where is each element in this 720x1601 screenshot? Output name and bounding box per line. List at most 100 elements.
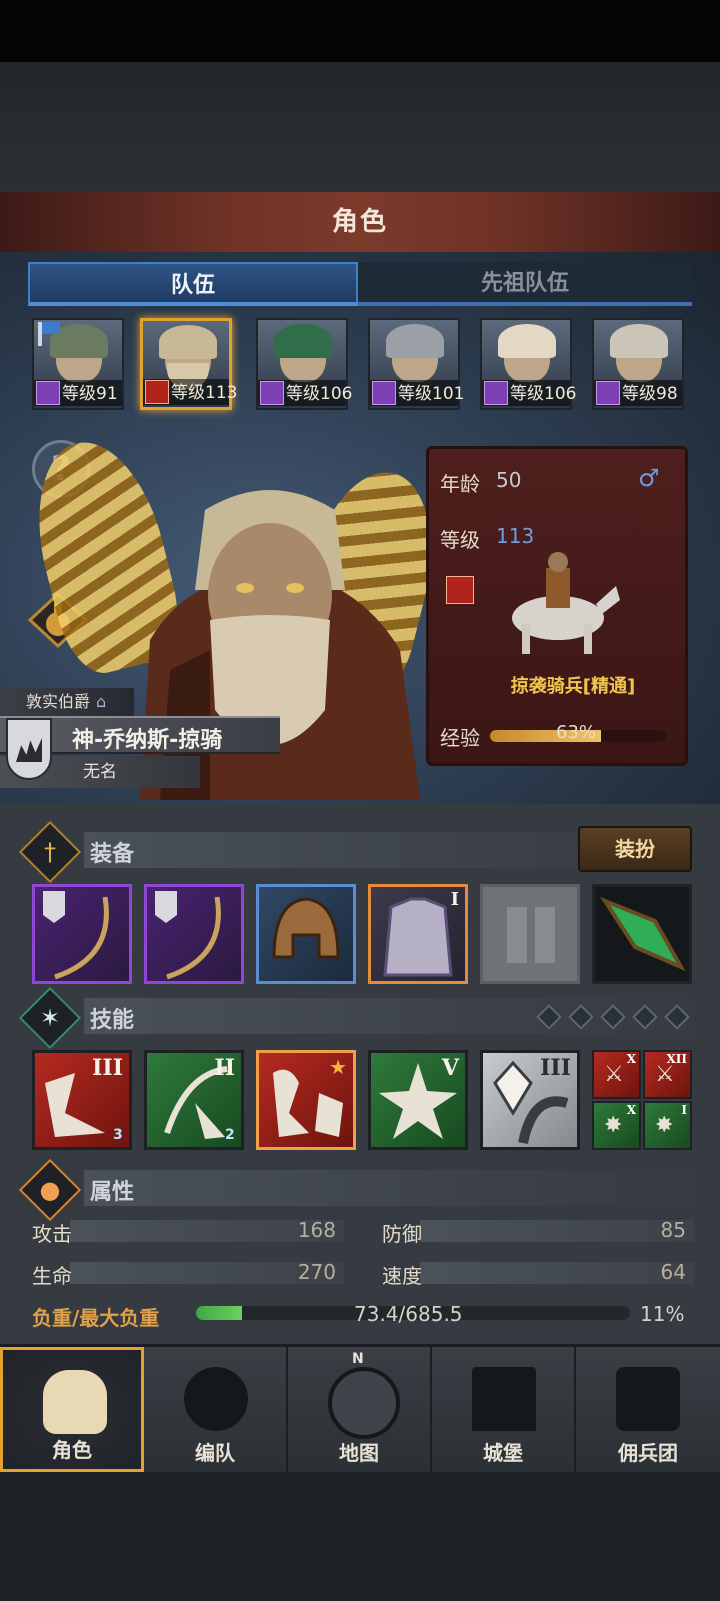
level-label: 等级91: [62, 384, 118, 404]
mini-skill-2[interactable]: ⚔ XII: [643, 1050, 692, 1099]
skill-rank: III: [92, 1055, 123, 1081]
nav-formation[interactable]: 编队: [144, 1347, 288, 1472]
hp-value: 270: [297, 1260, 336, 1284]
hp-label: 生命: [32, 1264, 72, 1288]
mercenary-banner-icon: [616, 1367, 680, 1431]
nav-map[interactable]: N 地图: [288, 1347, 432, 1472]
roster-portrait-5[interactable]: 等级106: [480, 318, 576, 410]
character-name: 神-乔纳斯-掠骑: [72, 728, 223, 753]
armor-rank: I: [450, 889, 459, 910]
speed-value: 64: [660, 1260, 686, 1284]
attack-value: 168: [297, 1218, 336, 1242]
level-label: 等级106: [286, 384, 353, 404]
nav-character[interactable]: 角色: [0, 1347, 144, 1472]
portrait-hair: [610, 324, 668, 358]
class-icon: [372, 381, 396, 405]
skill-rank: X: [626, 1103, 636, 1117]
level-title: 等级: [440, 528, 480, 552]
burst-icon: ✸: [604, 1113, 623, 1138]
age-label: 年龄: [440, 472, 480, 496]
cross-glyph: †: [44, 838, 56, 866]
load-percent: 11%: [640, 1302, 685, 1326]
skill-slot-2[interactable]: II 2: [144, 1050, 244, 1150]
flag-icon: [38, 322, 60, 346]
nav-label: 佣兵团: [618, 1441, 678, 1465]
class-icon: [145, 380, 169, 404]
house-icon: ⌂: [96, 692, 107, 711]
title-banner: 角色: [0, 192, 720, 255]
nav-label: 角色: [52, 1438, 92, 1462]
nav-label: 城堡: [483, 1441, 523, 1465]
tab-team[interactable]: 队伍: [28, 262, 358, 306]
class-icon: [596, 381, 620, 405]
skill-slot-3[interactable]: ★: [256, 1050, 356, 1150]
load-value: 73.4/685.5: [354, 1302, 463, 1326]
attack-label: 攻击: [32, 1222, 72, 1246]
rank-tag: 敦实伯爵 ⌂: [0, 688, 134, 716]
skill-rank: III: [540, 1055, 571, 1081]
portrait-hair: [159, 325, 217, 359]
exp-label: 经验: [440, 726, 480, 750]
equip-slot-armor[interactable]: I: [368, 884, 468, 984]
skill-rank: V: [441, 1055, 459, 1081]
roster-portrait-3[interactable]: 等级106: [256, 318, 352, 410]
compass-icon: [328, 1367, 400, 1439]
skill-slot-4[interactable]: V: [368, 1050, 468, 1150]
equip-slot-amulet[interactable]: [592, 884, 692, 984]
mini-skill-4[interactable]: ✸ I: [643, 1101, 692, 1150]
roster-portrait-4[interactable]: 等级101: [368, 318, 464, 410]
level-label: 等级113: [171, 383, 238, 403]
equip-slot-boots-empty[interactable]: [480, 884, 580, 984]
skill-rank: II: [214, 1055, 235, 1081]
mini-skill-3[interactable]: ✸ X: [592, 1101, 641, 1150]
unit-mount-figure: [512, 552, 620, 654]
nav-label: 地图: [339, 1441, 379, 1465]
roster-portrait-2[interactable]: 等级113: [140, 318, 237, 410]
burst-icon: ✸: [655, 1113, 674, 1138]
skill-badge: 3: [113, 1127, 123, 1143]
load-label: 负重/最大负重: [32, 1306, 160, 1330]
north-marker: N: [352, 1351, 364, 1367]
portrait-hair: [498, 324, 556, 358]
roster-portrait-6[interactable]: 等级98: [592, 318, 684, 410]
class-icon: [36, 381, 60, 405]
load-fill: [196, 1306, 243, 1320]
equip-slot-bow-1[interactable]: [32, 884, 132, 984]
bow-icon: [155, 891, 221, 980]
unit-name: 掠袭骑兵[精通]: [510, 676, 636, 697]
top-background: [0, 62, 720, 192]
level-value: 113: [496, 524, 535, 548]
attributes-label: 属性: [90, 1180, 135, 1205]
portrait-hair: [386, 324, 444, 358]
skills-label: 技能: [90, 1008, 135, 1033]
level-label: 等级98: [622, 384, 678, 404]
tab-ancestor-team[interactable]: 先祖队伍: [358, 262, 692, 306]
class-icon: [484, 381, 508, 405]
nav-castle[interactable]: 城堡: [432, 1347, 576, 1472]
level-label: 等级106: [510, 384, 577, 404]
boots-icon: [507, 907, 555, 963]
star-icon: ★: [329, 1055, 347, 1079]
dress-up-button[interactable]: 装扮: [578, 826, 692, 872]
speed-label: 速度: [382, 1264, 422, 1288]
level-label: 等级101: [398, 384, 465, 404]
nav-mercenary[interactable]: 佣兵团: [576, 1347, 720, 1472]
equip-slot-helmet[interactable]: [256, 884, 356, 984]
skill-rank: I: [681, 1103, 687, 1117]
skill-slot-1[interactable]: III 3: [32, 1050, 132, 1150]
castle-icon: [472, 1367, 536, 1431]
skill-rank: XII: [666, 1052, 687, 1066]
knight-icon: [43, 1370, 107, 1434]
status-bar-area: [0, 0, 720, 62]
skill-slot-5[interactable]: III: [480, 1050, 580, 1150]
mini-skill-1[interactable]: ⚔ X: [592, 1050, 641, 1099]
equip-slot-bow-2[interactable]: [144, 884, 244, 984]
shield-crest-icon: [6, 718, 52, 780]
helmet-icon: [272, 897, 340, 959]
rank-label: 敦实伯爵: [26, 692, 91, 711]
class-icon: [446, 576, 474, 604]
roster-portrait-1[interactable]: 等级91: [32, 318, 124, 410]
nav-label: 编队: [195, 1441, 235, 1465]
person-glyph: ●: [39, 1176, 61, 1204]
bow-icon: [43, 891, 109, 980]
